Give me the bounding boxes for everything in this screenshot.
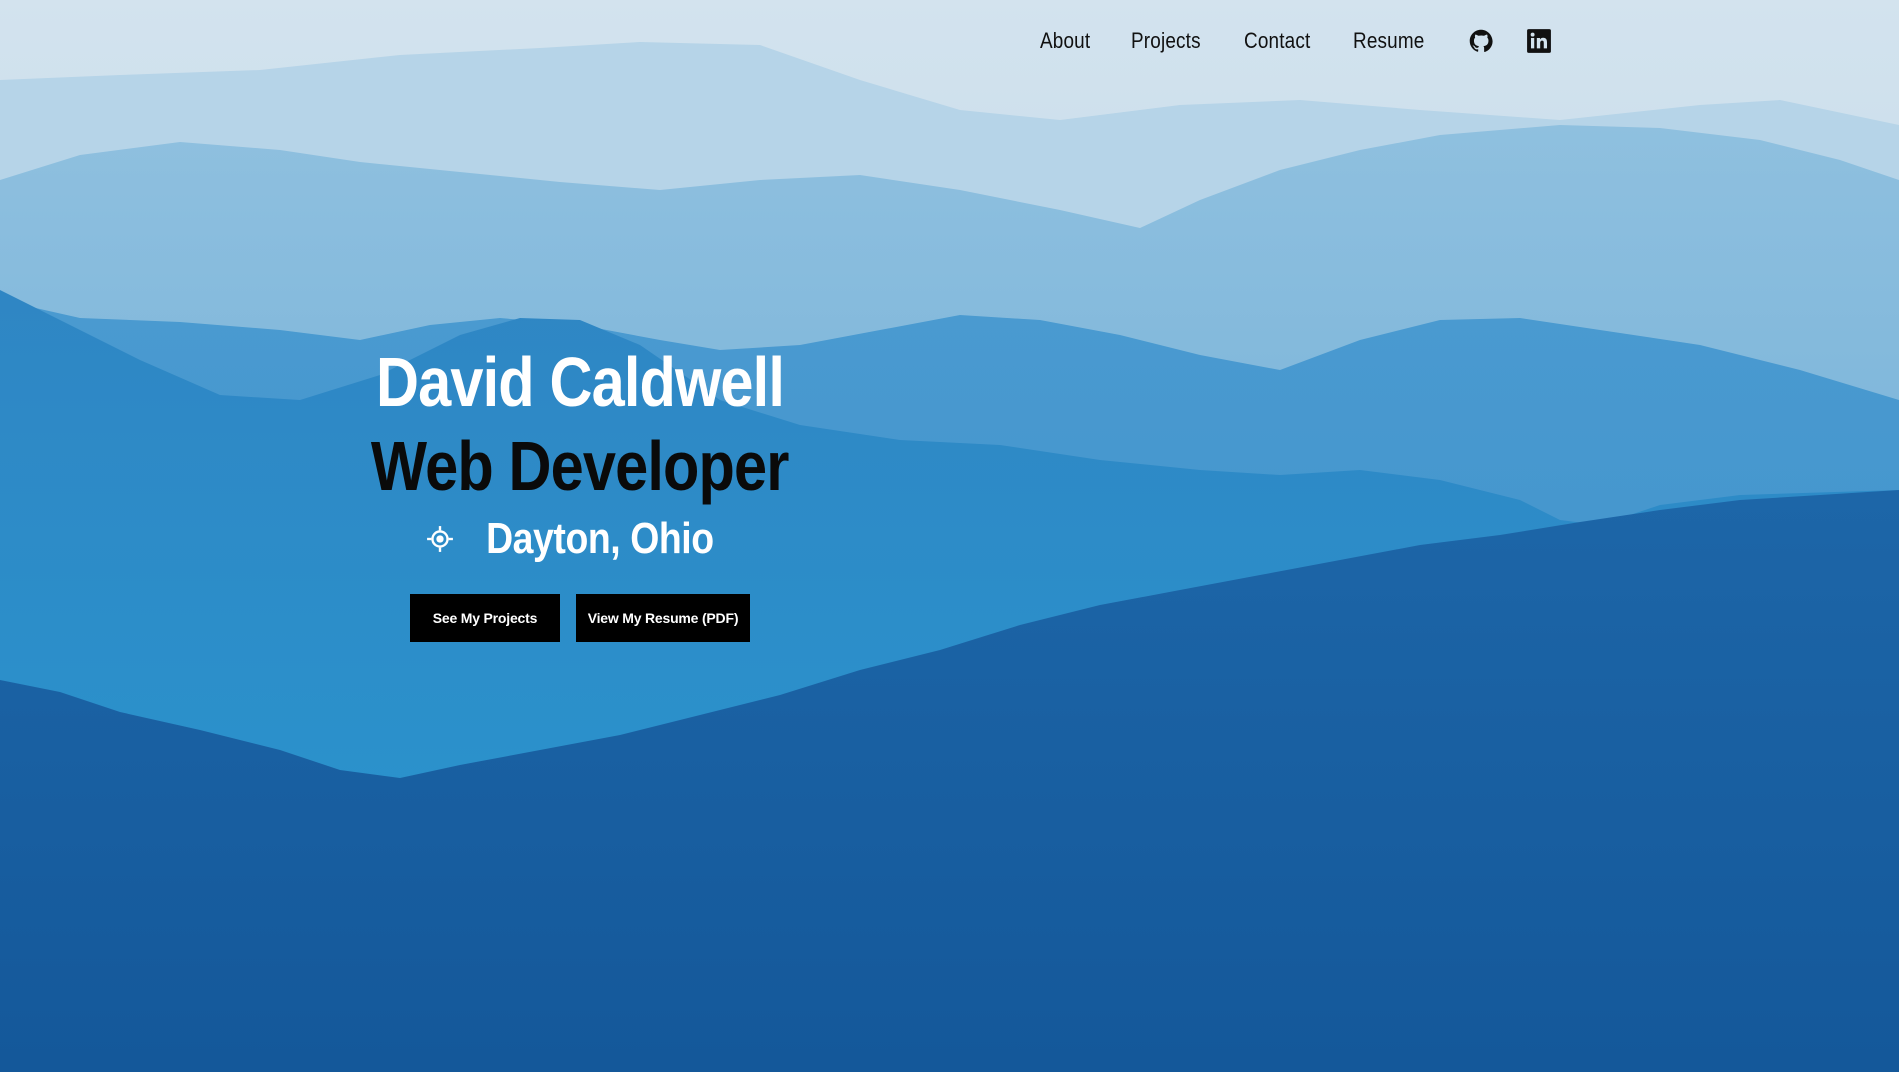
nav-contact-link[interactable]: Contact: [1244, 28, 1310, 54]
nav-projects-link[interactable]: Projects: [1131, 28, 1201, 54]
linkedin-icon[interactable]: [1526, 28, 1552, 54]
hero-name: David Caldwell: [375, 343, 785, 421]
github-icon[interactable]: [1468, 28, 1494, 54]
location-text: Dayton, Ohio: [486, 514, 714, 563]
hero-button-row: See My Projects View My Resume (PDF): [0, 594, 1160, 642]
view-resume-button[interactable]: View My Resume (PDF): [576, 594, 750, 642]
location-crosshair-icon: [426, 525, 454, 553]
see-projects-button[interactable]: See My Projects: [410, 594, 560, 642]
hero-role: Web Developer: [371, 427, 790, 505]
top-navigation: About Projects Contact Resume: [1040, 28, 1552, 54]
hero-section: David Caldwell Web Developer Dayton, Ohi…: [0, 340, 1160, 642]
location-row: Dayton, Ohio: [0, 514, 1160, 564]
nav-resume-link[interactable]: Resume: [1353, 28, 1424, 54]
nav-about-link[interactable]: About: [1040, 28, 1090, 54]
